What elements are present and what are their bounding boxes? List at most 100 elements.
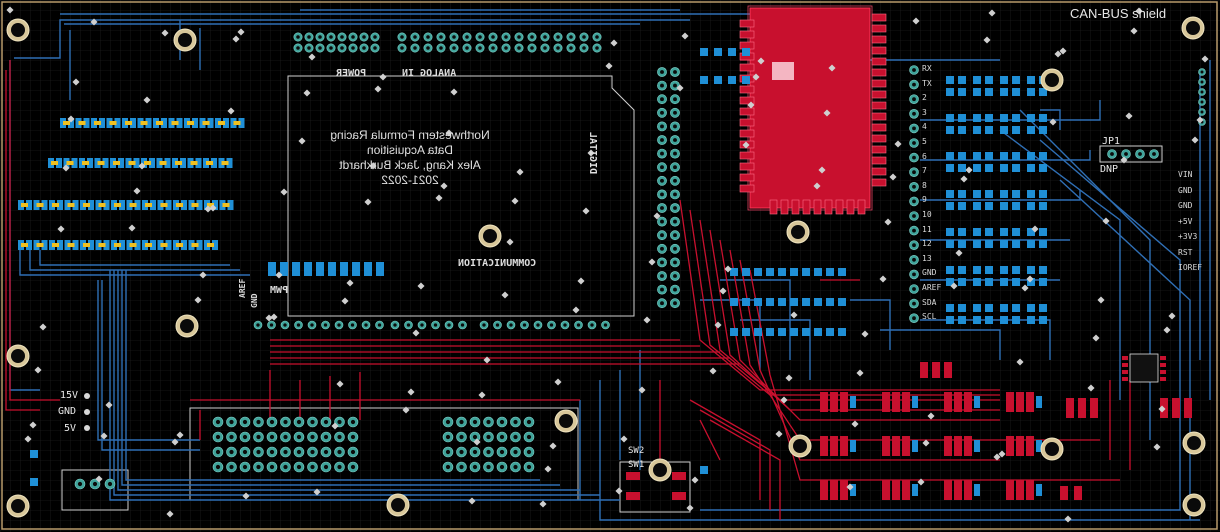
module-pin <box>871 145 887 154</box>
shield-pin-label: 8 <box>922 180 927 190</box>
pad-drill <box>296 419 302 425</box>
smd-pad <box>958 240 966 248</box>
pad-drill <box>660 110 664 115</box>
smd-pad <box>1039 152 1047 160</box>
pad-drill <box>660 192 664 197</box>
smd-pad <box>974 396 980 408</box>
smd-pad <box>944 480 952 500</box>
smd-pad <box>892 436 900 456</box>
smd-component-body <box>207 243 214 247</box>
smd-pad <box>964 480 972 500</box>
smd-pad <box>1012 278 1020 286</box>
mounting-hole-drill <box>1186 21 1200 35</box>
smd-component-body <box>175 161 182 165</box>
pad-drill <box>673 246 677 251</box>
smd-pad <box>672 492 686 500</box>
pad-drill <box>107 481 113 487</box>
pad-drill <box>912 316 916 321</box>
pad-drill <box>310 419 315 425</box>
mounting-hole-drill <box>1187 436 1201 450</box>
label-gnd: GND <box>58 406 77 417</box>
pad-drill <box>351 46 355 50</box>
pad-drill <box>283 449 288 455</box>
label-5v: 5V <box>64 423 77 434</box>
pad-drill <box>310 434 315 440</box>
smd-pad <box>958 228 966 236</box>
smd-pad <box>1016 480 1024 500</box>
smd-pad <box>954 480 962 500</box>
smd-pad <box>1066 398 1074 418</box>
smd-pad <box>958 278 966 286</box>
pad-drill <box>445 449 451 455</box>
pad-drill <box>1138 152 1142 156</box>
smd-pad <box>802 298 810 306</box>
smd-pad <box>1000 114 1008 122</box>
pad-drill <box>504 35 508 39</box>
smd-pad <box>958 316 966 324</box>
smd-component-body <box>82 161 89 165</box>
smd-pad <box>1130 354 1158 382</box>
module-pin <box>871 79 887 88</box>
test-point <box>84 425 90 431</box>
smd-pad <box>714 76 722 84</box>
pad-drill <box>350 464 356 470</box>
pad-drill <box>912 155 916 160</box>
smd-pad <box>730 328 738 336</box>
label-sw1: SW1 <box>628 460 645 470</box>
module-pin <box>739 107 755 116</box>
pad-drill <box>603 323 608 327</box>
smd-pad <box>292 262 300 276</box>
smd-pad <box>920 362 928 378</box>
pad-drill <box>595 46 599 50</box>
pad-drill <box>912 68 916 72</box>
pad-drill <box>472 434 478 440</box>
pad-drill <box>256 419 261 425</box>
pad-drill <box>413 46 417 50</box>
smd-pad <box>946 266 954 274</box>
pad-drill <box>660 70 664 74</box>
smd-pad <box>964 392 972 412</box>
smd-component-body <box>36 203 44 207</box>
pad-drill <box>509 323 513 327</box>
pad-drill <box>673 192 677 197</box>
smd-pad <box>790 298 798 306</box>
pad-drill <box>472 419 478 425</box>
pad-drill <box>329 46 333 50</box>
smd-component-body <box>109 121 117 125</box>
pad-drill <box>673 260 677 265</box>
smd-pad <box>882 436 890 456</box>
smd-pad <box>985 88 993 96</box>
pad-drill <box>406 323 411 327</box>
smd-component-body <box>66 161 74 165</box>
pad-drill <box>459 419 464 425</box>
smd-pad <box>1027 190 1035 198</box>
mounting-hole-drill <box>793 439 807 453</box>
pad-drill <box>1200 70 1204 74</box>
pad-drill <box>465 46 469 50</box>
smd-component-body <box>114 243 121 247</box>
smd-pad <box>1036 484 1042 496</box>
pad-drill <box>912 111 916 116</box>
shield-pin-label: AREF <box>922 283 942 292</box>
smd-pad <box>268 262 276 276</box>
pad-drill <box>1200 110 1204 114</box>
pad-drill <box>323 434 329 440</box>
pad-drill <box>283 323 287 327</box>
credit-line-4: 2021-2022 <box>381 173 439 187</box>
pad-drill <box>283 434 288 440</box>
smd-pad <box>902 436 910 456</box>
smd-pad <box>1027 126 1035 134</box>
module-pin <box>871 156 887 165</box>
smd-component-body <box>176 203 183 207</box>
smd-pad <box>1012 304 1020 312</box>
smd-pad <box>790 328 798 336</box>
module-pin <box>871 112 887 121</box>
smd-pad <box>778 298 786 306</box>
module-pin <box>871 167 887 176</box>
smd-component-body <box>128 161 136 165</box>
label-jp1: JP1 <box>1102 136 1121 147</box>
smd-pad <box>985 190 993 198</box>
pad-drill <box>452 46 456 50</box>
smd-component-body <box>52 243 59 247</box>
smd-pad <box>1012 126 1020 134</box>
